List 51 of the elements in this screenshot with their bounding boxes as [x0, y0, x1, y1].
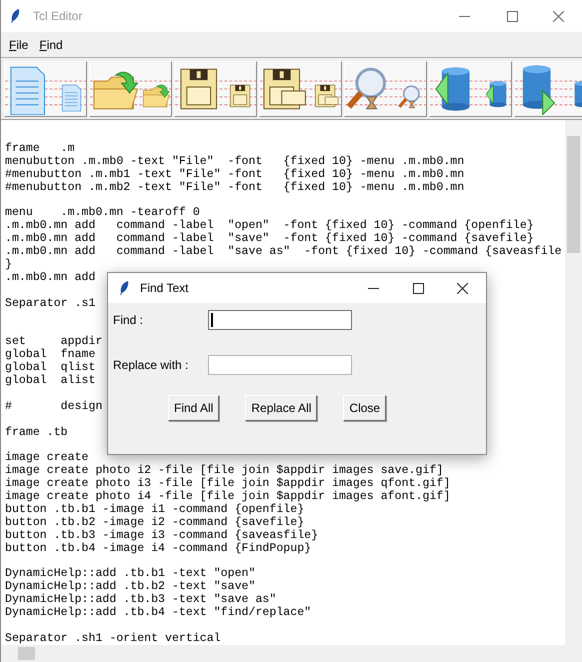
- maximize-icon[interactable]: [413, 282, 424, 294]
- code-line: # design: [5, 400, 102, 413]
- window-title: Tcl Editor: [33, 8, 82, 25]
- toolbar-button[interactable]: [259, 61, 342, 117]
- code-line: #menubutton .m.mb2 -text "File" -font {fixed 10} -menu .m.mb0.mn: [5, 180, 464, 194]
- code-line: global alist: [5, 374, 96, 388]
- menu-item[interactable]: Find: [39, 36, 63, 54]
- dialog-button[interactable]: Find All: [168, 395, 220, 421]
- code-line: Separator .s1: [5, 296, 96, 310]
- code-line: button .tb.b1 -image i1 -command {openfile}: [5, 502, 304, 516]
- code-line: DynamicHelp::add .tb.b3 -text "save as": [5, 593, 276, 606]
- code-line: image create photo i2 -file [file join $appdir images save.gif]: [5, 464, 444, 478]
- code-line: button .tb.b4 -image i4 -command {FindPopup}: [5, 542, 312, 555]
- code-line: .m.mb0.mn add command -label "open" -font {fixed 10} -command {openfile}: [5, 219, 534, 232]
- code-line: Separator .sh1 -orient vertical: [5, 632, 221, 645]
- code-line: button .tb.b2 -image i2 -command {savefile}: [5, 516, 304, 529]
- code-line: image create: [5, 451, 88, 464]
- horizontal-scrollbar[interactable]: [1, 645, 582, 662]
- code-line: image create photo i3 -file [file join $appdir images qfont.gif]: [5, 477, 450, 490]
- code-line: frame .m: [5, 142, 75, 155]
- close-icon[interactable]: [457, 282, 468, 294]
- code-line: global fname: [5, 348, 96, 362]
- menu-item[interactable]: File: [9, 36, 28, 54]
- dialog-title: Find Text: [140, 280, 188, 297]
- code-line: .m.mb0.mn add command -label "save as" -font {fixed 10} -command {saveasfile: [5, 245, 562, 258]
- input-field[interactable]: [208, 355, 352, 375]
- code-line: global qlist: [5, 361, 96, 374]
- code-line: #menubutton .m.mb1 -text "File" -font {fixed 10} -menu .m.mb0.mn: [5, 168, 464, 181]
- code-line: .m.mb0.mn add command -label "save" -font {fixed 10} -command {savefile}: [5, 232, 534, 246]
- code-line: .m.mb0.mn add: [5, 270, 96, 284]
- code-line: menubutton .m.mb0 -text "File" -font {fixed 10} -menu .m.mb0.mn: [5, 154, 464, 168]
- dialog-button[interactable]: Close: [343, 395, 386, 421]
- feather-icon: [118, 280, 130, 296]
- input-field[interactable]: [208, 310, 352, 330]
- feather-icon: [9, 8, 21, 24]
- field-label: Replace with :: [113, 357, 190, 374]
- field-label: Find :: [113, 312, 144, 329]
- code-line: menu .m.mb0.mn -tearoff 0: [5, 206, 200, 220]
- code-line: DynamicHelp::add .tb.b2 -text "save": [5, 580, 256, 594]
- code-line: }: [5, 258, 12, 272]
- code-line: DynamicHelp::add .tb.b1 -text "open": [5, 567, 256, 580]
- vertical-scrollbar[interactable]: [565, 120, 582, 645]
- code-line: image create photo i4 -file [file join $appdir images afont.gif]: [5, 490, 450, 504]
- code-line: DynamicHelp::add .tb.b4 -text "find/replace": [5, 606, 312, 620]
- toolbar-button[interactable]: [174, 61, 257, 117]
- code-line: set appdir: [5, 335, 102, 348]
- dialog-button[interactable]: Replace All: [245, 395, 318, 421]
- database-icon: [515, 63, 582, 115]
- code-line: button .tb.b3 -image i3 -command {saveasfile}: [5, 528, 318, 542]
- text-cursor: [211, 313, 213, 327]
- code-line: frame .tb: [5, 426, 68, 439]
